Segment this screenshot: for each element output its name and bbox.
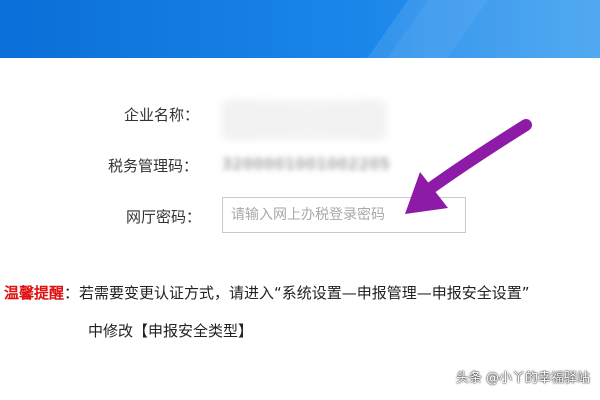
- company-name-label: 企业名称：: [124, 106, 200, 124]
- tip-line-2: 中修改【申报安全类型】: [88, 322, 254, 340]
- watermark-text: 头条 @小丫的幸福驿站: [455, 371, 590, 386]
- tax-code-label: 税务管理码：: [108, 157, 199, 175]
- tip-line-1: 温馨提醒：若需要变更认证方式，请进入“系统设置—申报管理—申报安全设置”: [4, 282, 530, 303]
- tax-code-value: 3200001001002205: [222, 155, 391, 173]
- company-name-value-redacted: [222, 100, 386, 140]
- tip-title: 温馨提醒: [4, 284, 65, 302]
- password-label: 网厅密码：: [126, 208, 202, 226]
- top-header-bar: [0, 0, 600, 58]
- tip-text-1: ：若需要变更认证方式，请进入“系统设置—申报管理—申报安全设置”: [64, 284, 530, 302]
- password-input[interactable]: [222, 197, 466, 233]
